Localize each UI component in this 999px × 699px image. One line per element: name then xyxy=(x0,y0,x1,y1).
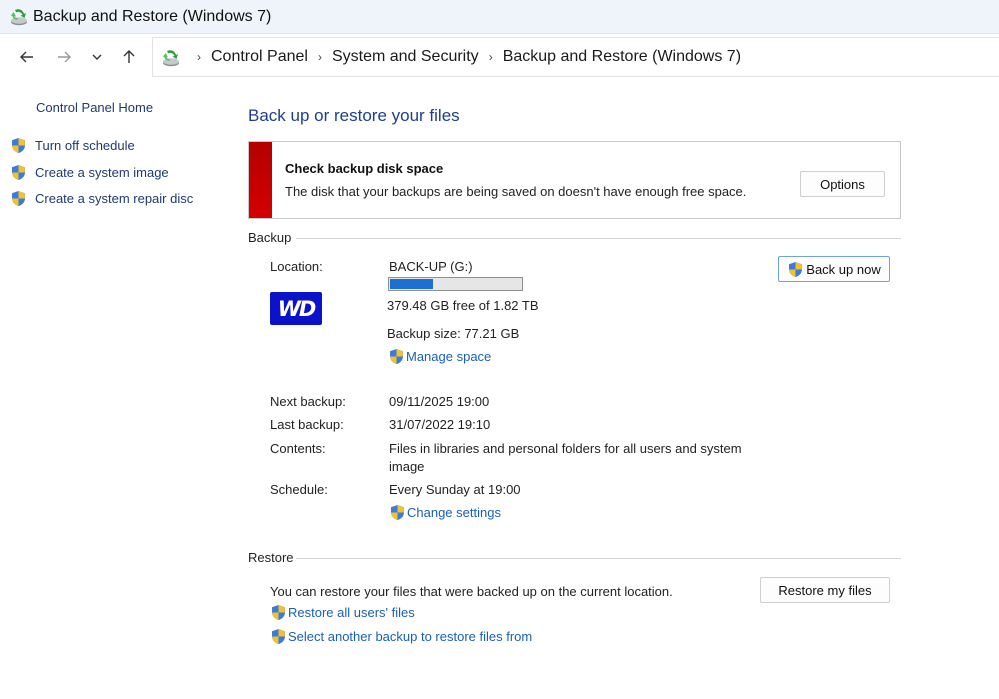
last-backup-label: Last backup: xyxy=(270,417,344,432)
location-value: BACK-UP (G:) xyxy=(389,259,473,274)
back-up-now-label: Back up now xyxy=(806,261,881,277)
create-repair-disc-link[interactable]: Create a system repair disc xyxy=(10,190,193,207)
breadcrumb-backup-restore[interactable]: Backup and Restore (Windows 7) xyxy=(501,48,743,66)
shield-icon xyxy=(10,190,27,207)
change-settings-link[interactable]: Change settings xyxy=(389,504,501,521)
chevron-right-icon[interactable]: › xyxy=(310,50,330,64)
contents-label: Contents: xyxy=(270,441,326,456)
backup-heading: Backup xyxy=(248,230,292,245)
restore-all-users-link[interactable]: Restore all users' files xyxy=(270,604,415,621)
manage-space-link[interactable]: Manage space xyxy=(388,348,491,365)
chevron-down-icon xyxy=(92,54,102,60)
control-panel-home-link[interactable]: Control Panel Home xyxy=(36,100,153,115)
sidebar: Control Panel Home Turn off schedule Cre… xyxy=(0,80,228,699)
shield-icon xyxy=(10,137,27,154)
address-bar[interactable]: › Control Panel › System and Security › … xyxy=(152,37,999,77)
alert-color-bar xyxy=(249,142,272,218)
restore-all-users-label: Restore all users' files xyxy=(288,605,415,620)
location-label: Location: xyxy=(270,259,323,274)
back-button[interactable] xyxy=(14,44,40,70)
arrow-right-icon xyxy=(58,51,71,63)
title-bar: Backup and Restore (Windows 7) xyxy=(0,0,999,34)
next-backup-label: Next backup: xyxy=(270,394,346,409)
arrow-left-icon xyxy=(20,51,33,63)
schedule-value: Every Sunday at 19:00 xyxy=(389,482,521,497)
shield-icon xyxy=(389,504,406,521)
change-settings-label: Change settings xyxy=(407,505,501,520)
turn-off-schedule-link[interactable]: Turn off schedule xyxy=(10,137,135,154)
alert-title: Check backup disk space xyxy=(285,161,444,176)
alert-text: The disk that your backups are being sav… xyxy=(285,184,747,199)
wd-logo-text: WD xyxy=(277,296,317,321)
shield-icon xyxy=(10,164,27,181)
options-button[interactable]: Options xyxy=(800,171,885,197)
breadcrumb: › Control Panel › System and Security › … xyxy=(189,48,743,66)
next-backup-value: 09/11/2025 19:00 xyxy=(389,394,490,409)
section-divider xyxy=(296,238,901,239)
chevron-right-icon: › xyxy=(197,50,201,64)
disk-usage-bar xyxy=(388,277,523,291)
arrow-up-icon xyxy=(123,50,135,63)
backup-restore-icon xyxy=(161,48,181,68)
select-another-backup-label: Select another backup to restore files f… xyxy=(288,629,533,644)
shield-icon xyxy=(270,628,287,645)
breadcrumb-system-security[interactable]: System and Security xyxy=(330,48,481,66)
free-space-text: 379.48 GB free of 1.82 TB xyxy=(387,298,539,313)
disk-usage-fill xyxy=(390,279,434,289)
manage-space-label: Manage space xyxy=(406,349,492,364)
backup-size-text: Backup size: 77.21 GB xyxy=(387,326,520,341)
restore-description: You can restore your files that were bac… xyxy=(270,584,673,599)
contents-value-line2: image xyxy=(389,459,425,474)
navigation-bar: › Control Panel › System and Security › … xyxy=(0,34,999,80)
recent-locations-button[interactable] xyxy=(84,44,110,70)
breadcrumb-control-panel[interactable]: Control Panel xyxy=(209,48,310,66)
sidebar-item-label: Create a system repair disc xyxy=(35,191,194,206)
select-another-backup-link[interactable]: Select another backup to restore files f… xyxy=(270,628,532,645)
chevron-right-icon[interactable]: › xyxy=(481,50,501,64)
restore-heading: Restore xyxy=(248,550,294,565)
contents-value-line1: Files in libraries and personal folders … xyxy=(389,441,742,456)
up-button[interactable] xyxy=(116,44,142,70)
window-title: Backup and Restore (Windows 7) xyxy=(33,8,272,25)
backup-restore-icon xyxy=(9,7,29,27)
back-up-now-button[interactable]: Back up now xyxy=(778,256,890,282)
shield-icon xyxy=(388,348,405,365)
wd-logo: WD xyxy=(270,292,322,325)
schedule-label: Schedule: xyxy=(270,482,328,497)
forward-button[interactable] xyxy=(51,44,77,70)
main-content: Back up or restore your files Check back… xyxy=(248,80,901,699)
sidebar-item-label: Turn off schedule xyxy=(35,138,135,153)
page-title: Back up or restore your files xyxy=(248,106,460,125)
last-backup-value: 31/07/2022 19:10 xyxy=(389,417,491,432)
shield-icon xyxy=(787,261,804,278)
section-divider xyxy=(296,558,901,559)
disk-space-alert: Check backup disk space The disk that yo… xyxy=(248,141,901,219)
create-system-image-link[interactable]: Create a system image xyxy=(10,164,169,181)
shield-icon xyxy=(270,604,287,621)
restore-my-files-button[interactable]: Restore my files xyxy=(760,577,890,603)
sidebar-item-label: Create a system image xyxy=(35,165,169,180)
